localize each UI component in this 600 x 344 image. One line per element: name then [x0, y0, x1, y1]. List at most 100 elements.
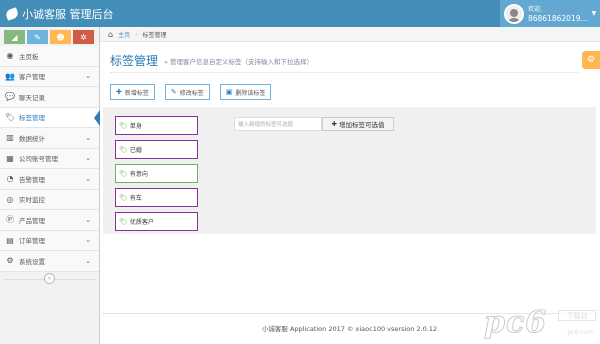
new-tag-button[interactable]: ✚ 新增标签	[110, 84, 155, 100]
sidebar-collapse: «	[0, 272, 99, 286]
tag-label: 单身	[129, 123, 142, 130]
delete-tag-label: 删除该标签	[235, 89, 266, 97]
sidebar-item-label: 数据统计	[19, 134, 45, 143]
sidebar-item[interactable]: ▤ 订单管理 ⌄	[0, 230, 99, 251]
add-tag-option-button[interactable]: ✚ 增加标签可选值	[322, 117, 394, 131]
plus-icon: ✚	[331, 120, 337, 128]
sidebar-item-label: 标签管理	[19, 114, 45, 123]
edit-icon: ✎	[170, 88, 177, 96]
tag-item[interactable]: 🏷 有车	[115, 188, 198, 207]
sidebar-item[interactable]: ▦ 公司账号管理 ⌄	[0, 148, 99, 169]
dashboard-icon: ◉	[6, 51, 14, 61]
toolbar: ✚ 新增标签 ✎ 修改标签 ▣ 删除该标签	[110, 84, 272, 100]
breadcrumb: ⌂ 主页 › 标签管理	[100, 27, 600, 42]
group-icon[interactable]: ☻	[50, 30, 71, 44]
sidebar-item[interactable]: 🏷 标签管理	[0, 107, 100, 128]
edit-tag-button[interactable]: ✎ 修改标签	[164, 84, 210, 100]
sidebar-item[interactable]: ◎ 实时监控	[0, 189, 99, 210]
sidebar-item[interactable]: ◉ 主页板	[0, 46, 99, 67]
tag-label: 有车	[129, 195, 142, 202]
tag-icon: 🏷	[5, 112, 16, 122]
sidebar-item-label: 产品管理	[19, 216, 45, 225]
sidebar-item-label: 聊天记录	[19, 93, 45, 102]
top-navbar: 小诚客服 管理后台 欢迎, 86861862019... ▼	[0, 0, 600, 27]
caret-down-icon: ▼	[591, 10, 597, 17]
tag-label: 优质客户	[129, 219, 154, 226]
user-menu[interactable]: 欢迎, 86861862019... ▼	[500, 0, 600, 27]
watermark-url: pc6.com	[567, 329, 593, 336]
trash-icon: ▣	[225, 88, 233, 96]
page-subtitle: » 管理客户信息自定义标签（支持输入和下拉选择）	[164, 57, 314, 66]
new-tag-label: 新增标签	[124, 89, 149, 97]
app-title: 小诚客服 管理后台	[22, 8, 114, 21]
pencil-icon[interactable]: ✎	[27, 30, 48, 44]
sidebar-item[interactable]: 👥 客户管理 ⌄	[0, 66, 99, 87]
sidebar-item-label: 公司账号管理	[19, 155, 58, 164]
user-info: 欢迎, 86861862019...	[528, 5, 588, 23]
pc6-watermark: pc6 下载站 pc6.com	[478, 305, 596, 340]
sidebar-item-label: 主页板	[19, 52, 39, 61]
eye-icon: ◎	[6, 194, 14, 204]
tag-icon: 🏷	[119, 169, 128, 178]
tag-icon: 🏷	[119, 121, 128, 130]
tag-panel: 🏷 单身 🏷 已婚 🏷 有意向 🏷 有车 🏷 优质客户 输入新增的标签可选值 ✚ 增加标签可选值	[103, 107, 596, 234]
chevron-down-icon: ⌄	[85, 133, 91, 142]
sidebar-item[interactable]: ◔ 告警管理 ⌄	[0, 169, 99, 190]
sidebar-item[interactable]: 💬 聊天记录	[0, 87, 99, 108]
tag-label: 已婚	[129, 147, 142, 154]
chevron-down-icon: ⌄	[85, 174, 91, 183]
page-header: 标签管理 » 管理客户信息自定义标签（支持输入和下拉选择）	[110, 49, 580, 73]
settings-gear-button[interactable]: ⚙	[582, 51, 600, 69]
footer-text: 小诚客服 Application 2017 © xiaoc100 vsersio…	[261, 325, 438, 333]
tag-icon: 🏷	[119, 145, 128, 154]
signal-icon[interactable]: ◢	[4, 30, 25, 44]
sidebar-item[interactable]: ⚙ 系统设置 ⌄	[0, 251, 99, 272]
sidebar-item-label: 系统设置	[19, 257, 45, 266]
watermark-logo: pc6	[483, 305, 548, 340]
tag-icon: 🏷	[119, 217, 128, 226]
tag-item[interactable]: 🏷 单身	[115, 116, 198, 135]
cogs-icon[interactable]: ✲	[73, 30, 94, 44]
chevron-down-icon: ⌄	[85, 72, 91, 81]
brand[interactable]: 小诚客服 管理后台	[4, 6, 114, 22]
avatar	[504, 3, 524, 24]
sidebar-item-label: 订单管理	[19, 237, 45, 246]
breadcrumb-home[interactable]: 主页	[118, 30, 130, 39]
building-icon: ▦	[6, 153, 14, 163]
chat-icon: 💬	[5, 92, 15, 102]
tag-item[interactable]: 🏷 优质客户	[115, 212, 198, 231]
breadcrumb-current: 标签管理	[142, 31, 167, 39]
breadcrumb-separator-icon: ›	[135, 30, 138, 38]
sidebar-item[interactable]: Ⓟ 产品管理 ⌄	[0, 210, 99, 231]
chevron-down-icon: ⌄	[85, 236, 91, 245]
collapse-icon[interactable]: «	[44, 273, 55, 284]
plus-icon: ✚	[116, 88, 122, 96]
delete-tag-button[interactable]: ▣ 删除该标签	[219, 84, 272, 100]
user-id: 86861862019...	[528, 13, 588, 23]
sidebar-item[interactable]: ▥ 数据统计 ⌄	[0, 128, 99, 149]
welcome-text: 欢迎,	[528, 5, 542, 13]
sidebar-item-label: 客户管理	[19, 73, 45, 82]
order-icon: ▤	[6, 235, 14, 245]
sidebar-item-label: 告警管理	[19, 175, 45, 184]
gear-icon: ⚙	[586, 55, 596, 65]
tag-icon: 🏷	[119, 193, 128, 202]
sidebar-nav: ◉ 主页板 👥 客户管理 ⌄ 💬 聊天记录 🏷 标签管理 ▥ 数据统计 ⌄ ▦ 公司账号管理 ⌄ ◔ 告警管理 ⌄…	[0, 46, 100, 272]
gear-icon: ⚙	[6, 256, 14, 266]
home-icon: ⌂	[108, 29, 114, 39]
sidebar: ◢ ✎ ☻ ✲ ◉ 主页板 👥 客户管理 ⌄ 💬 聊天记录 🏷 标签管理 ▥ 数据统计 ⌄ ▦ 公司账号管…	[0, 27, 100, 344]
chevron-down-icon: ⌄	[85, 256, 91, 265]
chevron-down-icon: ⌄	[85, 154, 91, 163]
edit-tag-label: 修改标签	[179, 89, 204, 97]
product-icon: Ⓟ	[6, 215, 14, 225]
page-title: 标签管理	[110, 54, 159, 68]
sidebar-item-label: 实时监控	[19, 196, 45, 205]
leaf-logo-icon	[4, 7, 20, 21]
alarm-icon: ◔	[6, 174, 14, 184]
tag-item[interactable]: 🏷 有意向	[115, 164, 198, 183]
tag-value-input[interactable]: 输入新增的标签可选值	[234, 117, 322, 131]
users-icon: 👥	[5, 71, 15, 81]
tag-label: 有意向	[129, 171, 148, 178]
chevron-down-icon: ⌄	[85, 215, 91, 224]
tag-item[interactable]: 🏷 已婚	[115, 140, 198, 159]
